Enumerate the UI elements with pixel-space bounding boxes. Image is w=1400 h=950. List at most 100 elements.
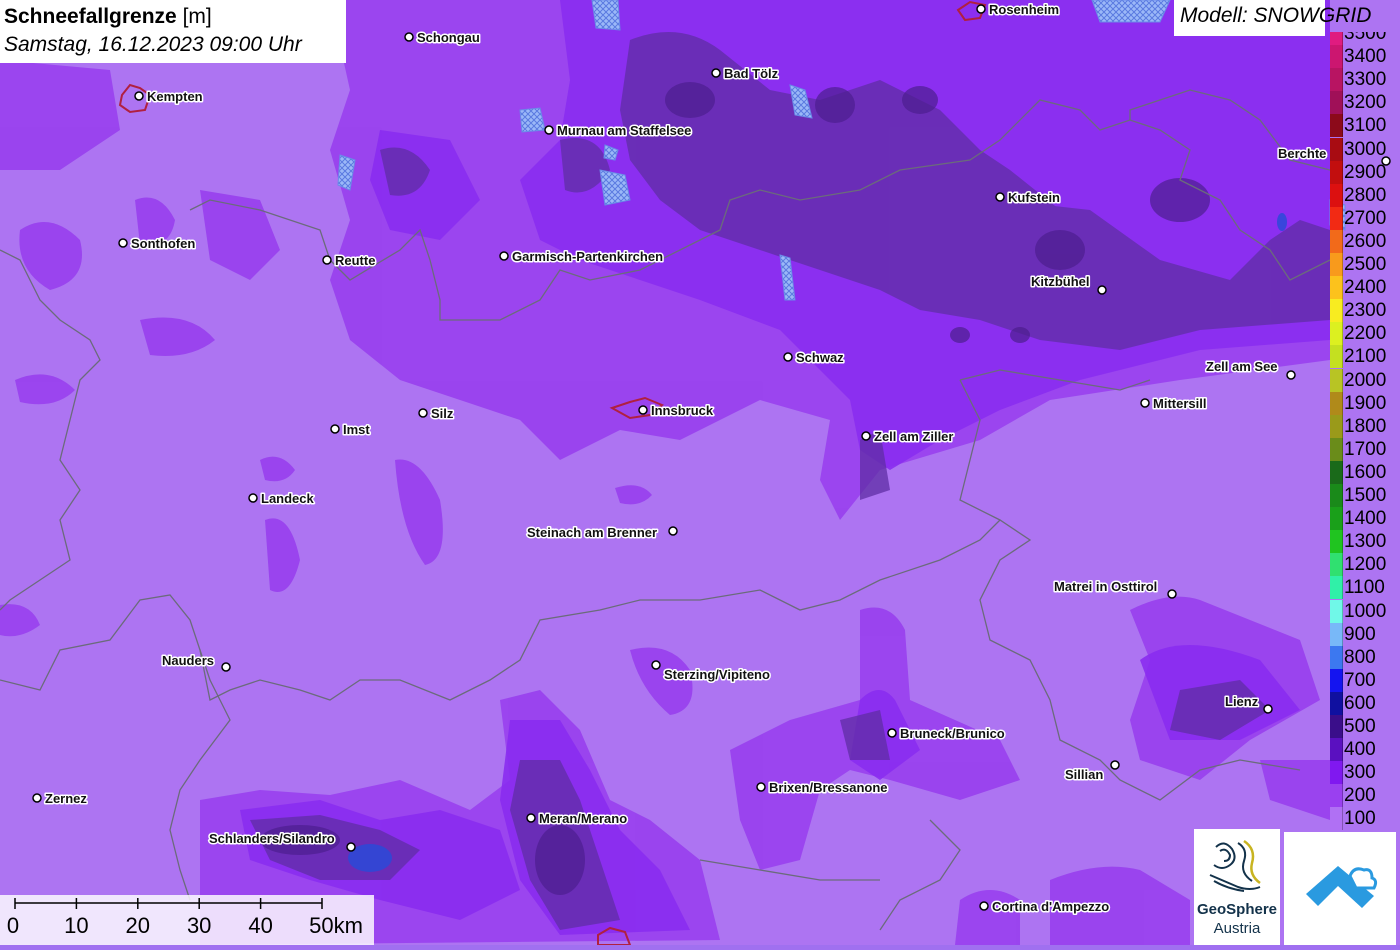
city-schongau: Schongau: [404, 29, 481, 47]
legend-row: 500: [1328, 715, 1400, 738]
city-label: Nauders: [162, 653, 214, 668]
city-label: Cortina d'Ampezzo: [992, 899, 1109, 914]
legend-label: 2900: [1344, 161, 1387, 183]
city-label: Rosenheim: [989, 2, 1059, 17]
legend-swatch: [1330, 599, 1343, 623]
legend-label: 3300: [1344, 69, 1387, 91]
legend-swatch: [1330, 460, 1343, 484]
city-cortina: Cortina d'Ampezzo: [979, 898, 1111, 916]
legend-label: 1800: [1344, 415, 1387, 437]
parameter-name: Schneefallgrenze: [4, 5, 177, 28]
legend-swatch: [1330, 738, 1343, 762]
legend-swatch: [1330, 345, 1343, 369]
geosphere-country: Austria: [1213, 920, 1261, 937]
legend-swatch: [1330, 45, 1343, 69]
map-title: Schneefallgrenze [m]: [4, 3, 342, 31]
city-label: Meran/Merano: [539, 811, 627, 826]
legend-row: 3500: [1328, 32, 1400, 45]
city-label: Kempten: [147, 89, 203, 104]
city-label: Kitzbühel: [1031, 274, 1090, 289]
city-label: Kufstein: [1008, 190, 1060, 205]
legend-label: 2000: [1344, 369, 1387, 391]
legend-row: 2400: [1328, 276, 1400, 300]
legend-swatch: [1330, 322, 1343, 346]
legend-label: 2100: [1344, 346, 1387, 368]
legend-swatch: [1330, 114, 1343, 138]
legend-row: 900: [1328, 622, 1400, 646]
legend-label: 100: [1344, 808, 1376, 830]
city-innsbruck: Innsbruck: [638, 402, 715, 420]
legend-label: 300: [1344, 762, 1376, 784]
map-title-box: Schneefallgrenze [m] Samstag, 16.12.2023…: [0, 0, 346, 63]
city-label: Murnau am Staffelsee: [557, 123, 691, 138]
scale-label: 20: [125, 913, 151, 938]
legend-row: 800: [1328, 645, 1400, 669]
legend-row: 2600: [1328, 229, 1400, 253]
legend-row: 3300: [1328, 68, 1400, 92]
legend-label: 2300: [1344, 300, 1387, 322]
city-rosenheim: Rosenheim: [976, 1, 1061, 19]
legend-label: 3200: [1344, 92, 1387, 114]
legend-label: 1600: [1344, 461, 1387, 483]
city-murnau: Murnau am Staffelsee: [544, 122, 693, 140]
legend-swatch: [1330, 368, 1343, 392]
scale-label: 30: [186, 913, 212, 938]
legend-row: 3000: [1328, 137, 1400, 161]
legend-row: 700: [1328, 668, 1400, 692]
legend-swatch: [1330, 137, 1343, 161]
legend-row: 100: [1328, 807, 1400, 831]
geosphere-name: GeoSphere: [1196, 901, 1278, 918]
legend-swatch: [1330, 691, 1343, 715]
legend-label: 3400: [1344, 46, 1387, 68]
parameter-unit: [m]: [182, 5, 212, 28]
legend-swatch: [1330, 68, 1343, 92]
legend-row: 1700: [1328, 437, 1400, 461]
legend-label: 400: [1344, 739, 1376, 761]
legend-swatch: [1330, 668, 1343, 692]
legend-row: 2000: [1328, 368, 1400, 392]
legend-label: 1300: [1344, 531, 1387, 553]
legend-row: 3200: [1328, 91, 1400, 115]
snowfall-limit-map[interactable]: Rosenheim Schongau Bad Tölz Kempten Murn…: [0, 0, 1400, 945]
legend-row: 2900: [1328, 160, 1400, 184]
geosphere-austria-logo[interactable]: GeoSphere Austria: [1194, 829, 1280, 945]
legend-swatch: [1330, 530, 1343, 554]
legend-label: 1100: [1344, 577, 1385, 599]
legend-row: 400: [1328, 738, 1400, 762]
city-label: Berchte: [1278, 146, 1326, 161]
legend-label: 800: [1344, 646, 1376, 668]
legend-swatch: [1330, 206, 1343, 230]
legend-swatch: [1330, 32, 1343, 45]
legend-label: 1400: [1344, 508, 1387, 530]
scale-bar: 0 10 20 30 40 50km: [0, 895, 374, 945]
city-label: Reutte: [335, 253, 375, 268]
legend-row: 2500: [1328, 253, 1400, 276]
legend-label: 3500: [1344, 32, 1387, 44]
legend-label: 1000: [1344, 600, 1387, 622]
legend-label: 200: [1344, 785, 1376, 807]
legend-label: 600: [1344, 692, 1376, 714]
legend-row: 2800: [1328, 183, 1400, 207]
city-label: Brixen/Bressanone: [769, 780, 888, 795]
legend-swatch: [1330, 484, 1343, 507]
color-legend: 3500 3400 3300 3200 3100 3000 2900 2800 2700 2600…: [1328, 32, 1400, 832]
legend-swatch: [1330, 715, 1343, 738]
legend-row: 1100: [1328, 576, 1400, 600]
scale-label: 0: [6, 913, 20, 938]
legend-swatch: [1330, 91, 1343, 115]
city-label: Silz: [431, 406, 454, 421]
scale-label: 40: [248, 913, 273, 938]
legend-label: 2200: [1344, 323, 1387, 345]
weather-app-logo[interactable]: [1284, 832, 1396, 945]
city-bruneck: Bruneck/Brunico: [887, 725, 1006, 743]
city-label: Zernez: [45, 791, 87, 806]
legend-label: 900: [1344, 623, 1376, 645]
model-label: Modell: SNOWGRID: [1174, 0, 1371, 36]
legend-row: 1400: [1328, 507, 1400, 531]
legend-swatch: [1330, 183, 1343, 207]
legend-row: 1900: [1328, 391, 1400, 415]
legend-swatch: [1330, 276, 1343, 300]
city-label: Schlanders/Silandro: [209, 831, 335, 846]
legend-swatch: [1330, 414, 1343, 438]
map-datetime: Samstag, 16.12.2023 09:00 Uhr: [4, 33, 302, 56]
